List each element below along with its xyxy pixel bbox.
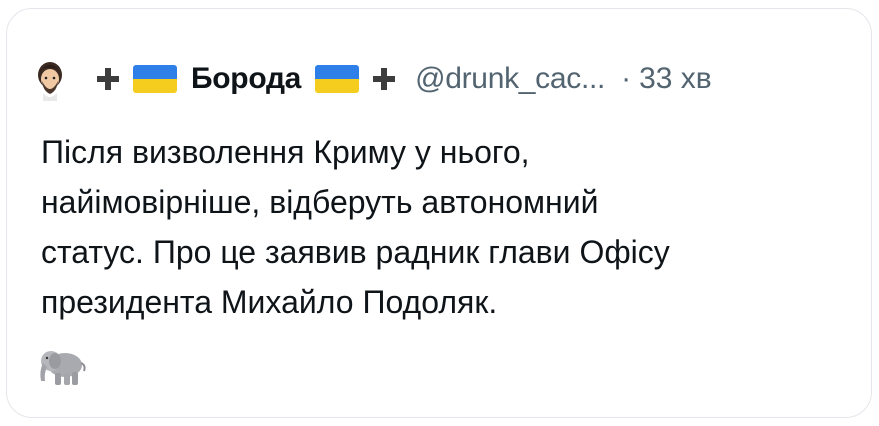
- tweet-text-line: Після визволення Криму у нього,: [41, 134, 530, 170]
- tweet-timestamp[interactable]: 33 хв: [639, 62, 712, 96]
- ukraine-flag-icon: [315, 65, 360, 93]
- elephant-icon: [40, 351, 86, 385]
- cross-icon: [373, 68, 396, 90]
- tweet-text: Після визволення Криму у нього, найімові…: [41, 127, 841, 327]
- tweet-header: Борода @drunk_cac... · 33 хв: [33, 51, 712, 107]
- tweet-text-line: президента Михайло Подоляк.: [41, 284, 498, 320]
- cross-icon: [97, 68, 119, 90]
- tweet-text-line: статус. Про це заявив радник глави Офісу: [41, 234, 670, 270]
- author-handle[interactable]: @drunk_cac...: [415, 62, 605, 96]
- separator-dot: ·: [621, 62, 632, 95]
- author-name[interactable]: Борода: [191, 62, 301, 96]
- tweet-card[interactable]: Борода @drunk_cac... · 33 хв Після визво…: [6, 8, 872, 418]
- man-emoji-icon: [38, 62, 62, 101]
- tweet-text-line: найімовірніше, відберуть автономний: [41, 184, 599, 220]
- ukraine-flag-icon: [133, 65, 177, 93]
